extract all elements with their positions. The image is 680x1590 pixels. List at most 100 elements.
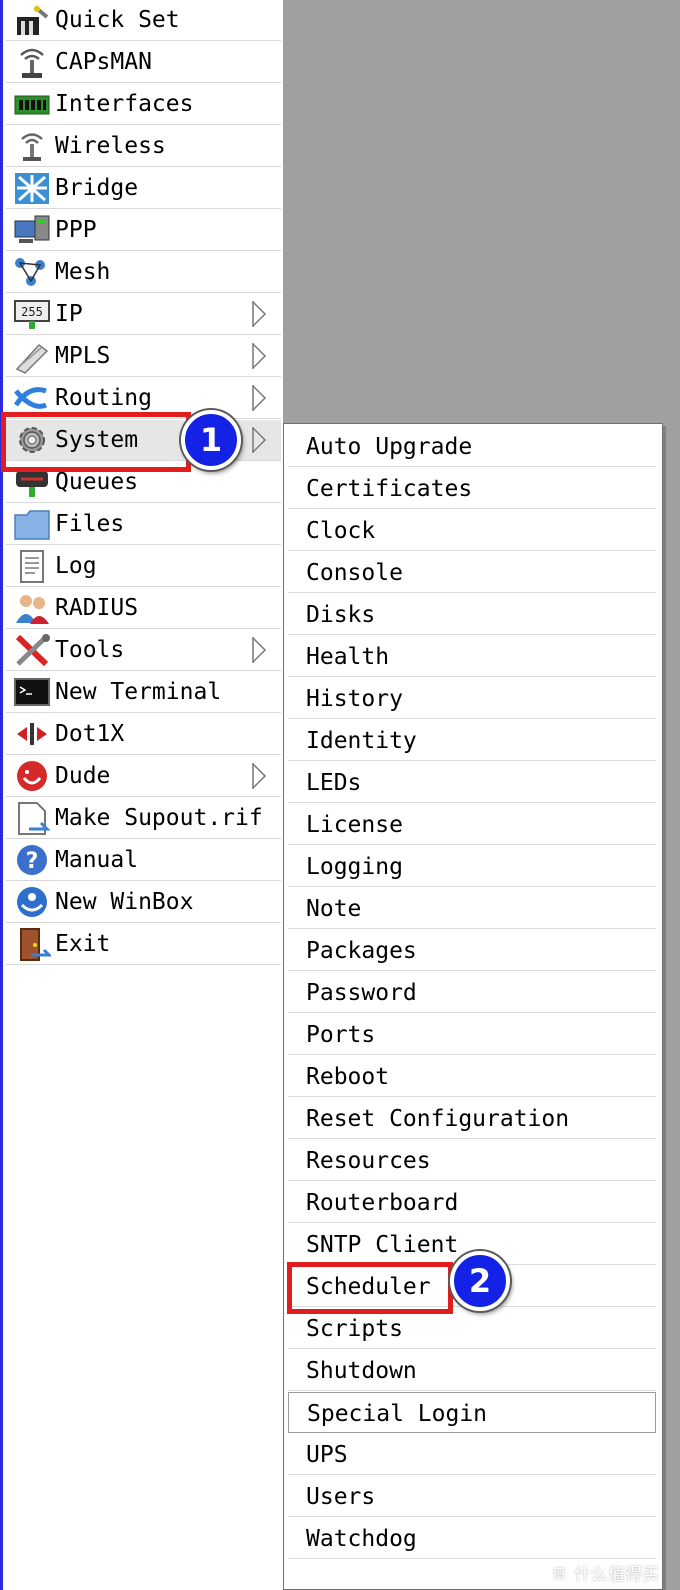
submenu-arrow-icon <box>248 425 268 455</box>
system-highlight-box <box>1 412 191 472</box>
wireless-icon <box>13 129 51 164</box>
menu-item-mpls[interactable]: MPLS <box>6 336 281 377</box>
interfaces-icon <box>13 87 51 122</box>
submenu-item-reboot[interactable]: Reboot <box>288 1056 656 1097</box>
submenu-item-console[interactable]: Console <box>288 552 656 593</box>
dot1x-icon <box>13 717 51 752</box>
submenu-item-label: Password <box>306 980 417 1006</box>
submenu-item-health[interactable]: Health <box>288 636 656 677</box>
main-menu: Quick Set CAPsMAN Interfaces Wireless Bridge… <box>0 0 283 1590</box>
menu-item-new-terminal[interactable]: New Terminal <box>6 672 281 713</box>
watermark-logo: 值 <box>548 1564 570 1586</box>
menu-item-dude[interactable]: Dude <box>6 756 281 797</box>
submenu-item-label: LEDs <box>306 770 362 796</box>
watermark-text: 什么值得买 <box>574 1565 659 1585</box>
menu-item-tools[interactable]: Tools <box>6 630 281 671</box>
menu-item-label: Dot1X <box>55 721 125 747</box>
submenu-item-watchdog[interactable]: Watchdog <box>288 1518 656 1559</box>
supout-file-icon <box>13 801 51 836</box>
submenu-item-note[interactable]: Note <box>288 888 656 929</box>
submenu-item-label: Console <box>306 560 403 586</box>
menu-item-dot1x[interactable]: Dot1X <box>6 714 281 755</box>
menu-item-label: PPP <box>55 217 97 243</box>
menu-item-label: Make Supout.rif <box>55 805 263 831</box>
menu-item-manual[interactable]: ? Manual <box>6 840 281 881</box>
submenu-item-shutdown[interactable]: Shutdown <box>288 1350 656 1391</box>
submenu-arrow-icon <box>248 635 268 665</box>
dude-icon <box>13 759 51 794</box>
menu-item-make-supout-rif[interactable]: Make Supout.rif <box>6 798 281 839</box>
menu-item-label: Quick Set <box>55 7 180 33</box>
submenu-item-label: Logging <box>306 854 403 880</box>
menu-item-bridge[interactable]: Bridge <box>6 168 281 209</box>
menu-item-new-winbox[interactable]: New WinBox <box>6 882 281 923</box>
menu-item-label: Queues <box>55 469 139 495</box>
menu-item-label: Routing <box>55 385 152 411</box>
menu-item-log[interactable]: Log <box>6 546 281 587</box>
submenu-item-label: History <box>306 686 403 712</box>
submenu-item-leds[interactable]: LEDs <box>288 762 656 803</box>
submenu-item-users[interactable]: Users <box>288 1476 656 1517</box>
submenu-item-label: Ports <box>306 1022 376 1048</box>
menu-item-label: IP <box>55 301 83 327</box>
menu-item-ip[interactable]: 255 IP <box>6 294 281 335</box>
submenu-arrow-icon <box>248 341 268 371</box>
menu-item-files[interactable]: Files <box>6 504 281 545</box>
radius-users-icon <box>13 591 51 626</box>
menu-item-label: Log <box>55 553 97 579</box>
submenu-item-label: Reset Configuration <box>306 1106 570 1132</box>
submenu-item-reset-configuration[interactable]: Reset Configuration <box>288 1098 656 1139</box>
menu-item-ppp[interactable]: PPP <box>6 210 281 251</box>
exit-door-icon <box>13 927 51 962</box>
submenu-item-routerboard[interactable]: Routerboard <box>288 1182 656 1223</box>
menu-item-exit[interactable]: Exit <box>6 924 281 965</box>
submenu-item-certificates[interactable]: Certificates <box>288 468 656 509</box>
submenu-item-label: Note <box>306 896 362 922</box>
menu-item-label: New Terminal <box>55 679 222 705</box>
submenu-item-identity[interactable]: Identity <box>288 720 656 761</box>
svg-text:255: 255 <box>21 305 43 319</box>
submenu-item-scripts[interactable]: Scripts <box>288 1308 656 1349</box>
help-icon: ? <box>13 843 51 878</box>
step-2-badge: 2 <box>450 1251 510 1311</box>
submenu-item-label: Routerboard <box>306 1190 459 1216</box>
menu-item-label: Bridge <box>55 175 139 201</box>
submenu-item-special-login[interactable]: Special Login <box>288 1392 656 1433</box>
menu-item-interfaces[interactable]: Interfaces <box>6 84 281 125</box>
tools-icon <box>13 633 51 668</box>
submenu-item-clock[interactable]: Clock <box>288 510 656 551</box>
menu-item-capsman[interactable]: CAPsMAN <box>6 42 281 83</box>
menu-item-label: Dude <box>55 763 111 789</box>
menu-item-wireless[interactable]: Wireless <box>6 126 281 167</box>
submenu-arrow-icon <box>248 761 268 791</box>
capsman-icon <box>13 45 51 80</box>
submenu-item-disks[interactable]: Disks <box>288 594 656 635</box>
submenu-item-label: Special Login <box>307 1401 488 1427</box>
submenu-item-logging[interactable]: Logging <box>288 846 656 887</box>
submenu-item-label: Auto Upgrade <box>306 434 473 460</box>
submenu-item-label: Packages <box>306 938 417 964</box>
submenu-item-history[interactable]: History <box>288 678 656 719</box>
routing-icon <box>13 381 51 416</box>
submenu-item-resources[interactable]: Resources <box>288 1140 656 1181</box>
submenu-item-ports[interactable]: Ports <box>288 1014 656 1055</box>
system-submenu: Auto Upgrade Certificates Clock Console Disk… <box>283 423 663 1590</box>
menu-item-label: MPLS <box>55 343 111 369</box>
menu-item-quick-set[interactable]: Quick Set <box>6 0 281 41</box>
menu-item-mesh[interactable]: Mesh <box>6 252 281 293</box>
menu-item-label: CAPsMAN <box>55 49 152 75</box>
submenu-item-ups[interactable]: UPS <box>288 1434 656 1475</box>
submenu-item-auto-upgrade[interactable]: Auto Upgrade <box>288 426 656 467</box>
submenu-item-label: Identity <box>306 728 417 754</box>
svg-text:?: ? <box>26 849 39 874</box>
submenu-item-password[interactable]: Password <box>288 972 656 1013</box>
submenu-item-label: Scripts <box>306 1316 403 1342</box>
menu-item-label: Mesh <box>55 259 111 285</box>
ip-icon: 255 <box>13 297 51 332</box>
menu-item-radius[interactable]: RADIUS <box>6 588 281 629</box>
watermark: 值什么值得买 <box>548 1560 659 1586</box>
menu-item-label: Interfaces <box>55 91 194 117</box>
submenu-item-packages[interactable]: Packages <box>288 930 656 971</box>
menu-item-label: Manual <box>55 847 139 873</box>
submenu-item-license[interactable]: License <box>288 804 656 845</box>
